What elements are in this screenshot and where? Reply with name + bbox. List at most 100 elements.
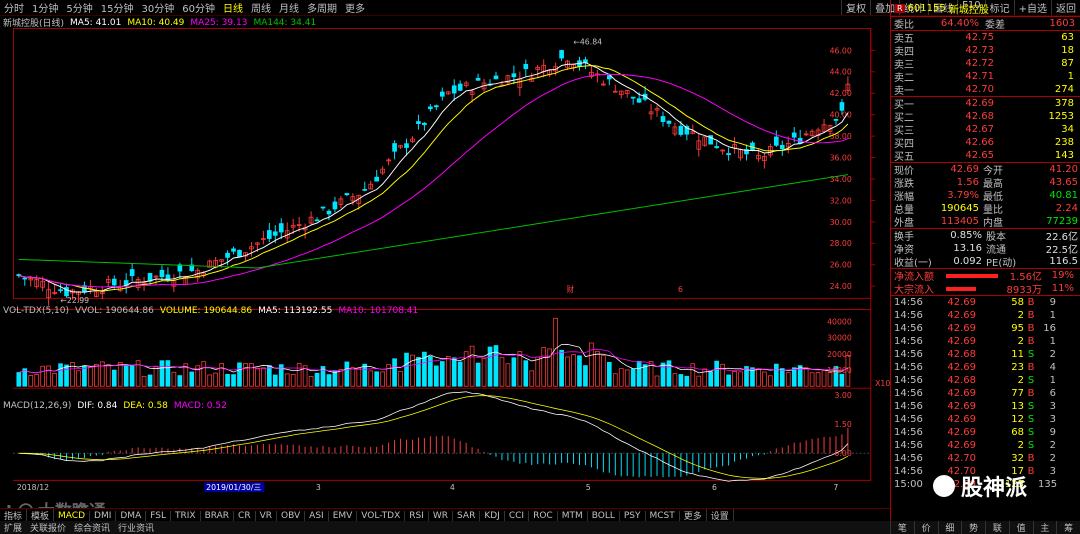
period-tab-4[interactable]: 30分钟 (137, 0, 178, 15)
status-tab-0[interactable]: 扩展 (0, 521, 26, 534)
flow-label: 大宗流入 (894, 285, 934, 296)
flow-bar (946, 274, 998, 278)
period-tab-2[interactable]: 5分钟 (62, 0, 96, 15)
period-tab-5[interactable]: 60分钟 (178, 0, 219, 15)
volume-bar (28, 375, 34, 387)
quote-tab-5[interactable]: 值 (1008, 521, 1033, 534)
indicator-tab-18[interactable]: CCI (505, 510, 530, 521)
volume-bar (153, 365, 159, 387)
candle-body (511, 73, 517, 78)
indicator-tab-21[interactable]: BOLL (588, 510, 620, 521)
period-tab-0[interactable]: 分时 (0, 0, 28, 15)
fund-value: 116.5 (1049, 256, 1078, 267)
period-tab-10[interactable]: 更多 (341, 0, 369, 15)
indicator-tab-15[interactable]: WR (429, 510, 454, 521)
trade-price: 42.69 (947, 336, 976, 347)
volume-bar (773, 363, 779, 387)
quote-tab-3[interactable]: 势 (961, 521, 985, 534)
ma25-line (18, 73, 849, 288)
status-tab-2[interactable]: 综合资讯 (70, 521, 114, 534)
volume-bar (129, 364, 135, 387)
ma144-value: MA144: 34.41 (253, 17, 317, 28)
candle-body (266, 230, 272, 239)
volume-bar (165, 360, 171, 387)
quote-tab-6[interactable]: 主 (1032, 521, 1057, 534)
volume-bar (839, 373, 845, 387)
trade-time: 14:56 (894, 362, 923, 373)
trade-row-6: 14:56 42.68 2 S 1 (891, 374, 1080, 387)
indicator-tab-23[interactable]: MCST (646, 510, 680, 521)
vol-ma10-value: MA10: 101708.41 (338, 306, 419, 316)
indicator-tab-6[interactable]: TRIX (171, 510, 201, 521)
trade-price: 42.69 (947, 401, 976, 412)
indicator-tab-14[interactable]: RSI (405, 510, 429, 521)
indicator-tab-2[interactable]: MACD (54, 510, 91, 521)
sell-orders: 卖五 42.75 63 卖四 42.73 18 卖三 42.72 87 卖二 42.71 1 卖一 42.… (891, 31, 1080, 97)
period-tab-1[interactable]: 1分钟 (28, 0, 62, 15)
quote-tab-7[interactable]: 筹 (1056, 521, 1080, 534)
weibi-value: 64.40% (940, 18, 979, 29)
flow-pct: 11% (1051, 283, 1074, 294)
indicator-tab-11[interactable]: ASI (305, 510, 329, 521)
trade-count: 9 (1049, 427, 1056, 438)
indicator-tab-17[interactable]: KDJ (480, 510, 505, 521)
volume-bar (117, 361, 123, 387)
volume-bar (189, 371, 195, 387)
quote-tab-4[interactable]: 联 (985, 521, 1009, 534)
indicator-tab-19[interactable]: ROC (529, 510, 558, 521)
period-tab-8[interactable]: 月线 (275, 0, 303, 15)
trade-direction: S (1027, 440, 1035, 451)
quote-tab-0[interactable]: 笔 (890, 521, 914, 534)
volume-bar (732, 370, 737, 387)
trade-time: 14:56 (894, 336, 923, 347)
indicator-tab-7[interactable]: BRAR (201, 510, 235, 521)
volume-bar (595, 350, 600, 387)
toolbar-button-0[interactable]: 复权 (841, 0, 870, 15)
trade-row-3: 14:56 42.69 2 B 1 (891, 335, 1080, 348)
status-tab-1[interactable]: 关联报价 (26, 521, 70, 534)
y-tick-label: 40.00 (830, 111, 852, 120)
quote-tab-1[interactable]: 价 (913, 521, 938, 534)
volume-bar (314, 372, 320, 387)
indicator-tab-20[interactable]: MTM (558, 510, 588, 521)
volume-bar (290, 373, 296, 387)
kline-chart-area[interactable]: 46.0044.0042.0040.0038.0036.0034.0032.00… (0, 28, 890, 494)
trade-volume: 32 (1011, 453, 1024, 464)
indicator-tab-12[interactable]: EMV (329, 510, 358, 521)
buys-price: 42.69 (965, 98, 994, 109)
indicator-tab-8[interactable]: CR (234, 510, 256, 521)
quote-tab-2[interactable]: 细 (937, 521, 962, 534)
candle-body (434, 105, 439, 108)
buys-volume: 143 (1054, 150, 1074, 161)
indicator-tab-10[interactable]: OBV (277, 510, 306, 521)
volume-bar (416, 357, 421, 387)
vvol-value: VVOL: 190644.86 (75, 306, 154, 316)
trade-count: 1 (1049, 375, 1056, 386)
period-tab-9[interactable]: 多周期 (303, 0, 341, 15)
volume-bar (726, 374, 731, 387)
indicator-tab-5[interactable]: FSL (146, 510, 171, 521)
volume-bar (785, 372, 791, 387)
fund-value: 0.092 (953, 256, 982, 267)
indicator-tab-4[interactable]: DMA (116, 510, 147, 521)
trade-direction: S (1027, 349, 1035, 360)
indicator-tab-13[interactable]: VOL-TDX (357, 510, 406, 521)
period-tab-3[interactable]: 15分钟 (97, 0, 138, 15)
stat-row-4: 外盘 113405 内盘 77239 (891, 215, 1080, 229)
volume-bar (368, 370, 374, 387)
indicator-tab-3[interactable]: DMI (90, 510, 117, 521)
volume-bar (678, 374, 684, 387)
status-tab-3[interactable]: 行业资讯 (114, 521, 158, 534)
volume-bar (356, 367, 362, 387)
ma10-line (18, 64, 849, 292)
trade-volume: 77 (1011, 388, 1024, 399)
period-tab-6[interactable]: 日线 (219, 0, 247, 15)
indicator-tab-9[interactable]: VR (256, 510, 278, 521)
indicator-tab-16[interactable]: SAR (453, 510, 481, 521)
period-tab-7[interactable]: 周线 (247, 0, 275, 15)
volume-bar (642, 364, 648, 387)
quote-panel: R 601155 新城控股 委比 64.40% 委差 1603 卖五 42.75 6… (890, 0, 1080, 521)
volume-bar (374, 371, 380, 387)
sells-price: 42.75 (965, 32, 994, 43)
indicator-tab-22[interactable]: PSY (620, 510, 646, 521)
